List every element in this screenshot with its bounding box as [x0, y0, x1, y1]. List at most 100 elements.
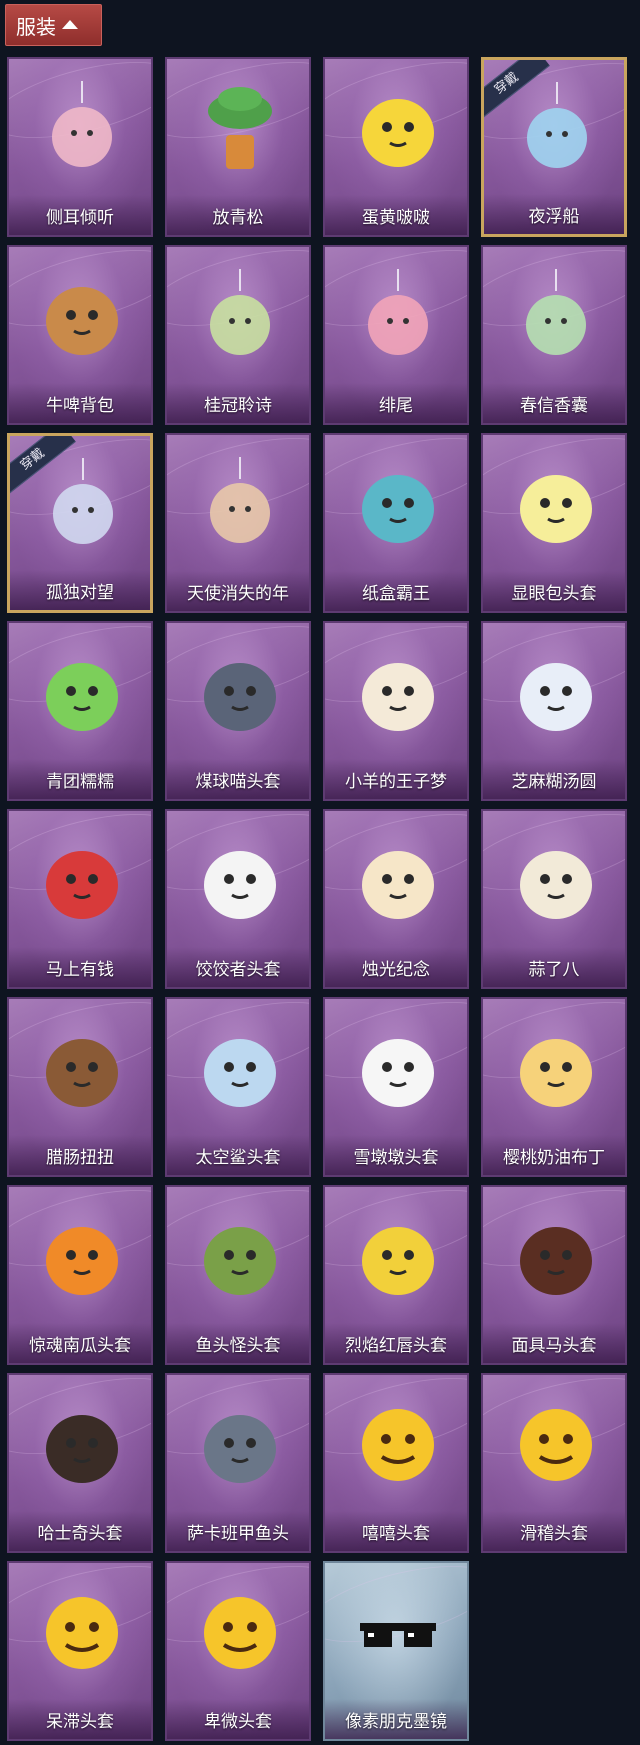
costume-card[interactable]: 天使消失的年: [165, 433, 311, 613]
costume-name: 樱桃奶油布丁: [503, 1148, 605, 1168]
sachet-charm-icon: [506, 265, 606, 365]
costume-card[interactable]: 小羊的王子梦: [323, 621, 469, 801]
costume-card[interactable]: 像素朋克墨镜: [323, 1561, 469, 1741]
costume-name: 牛啤背包: [46, 396, 114, 416]
costume-name: 煤球喵头套: [195, 772, 281, 792]
costume-name: 像素朋克墨镜: [345, 1712, 447, 1732]
category-title: 服装: [16, 14, 56, 39]
shark-head-icon: [190, 1017, 290, 1117]
costume-card[interactable]: 饺饺者头套: [165, 809, 311, 989]
horse-mask-head-icon: [506, 1205, 606, 1305]
costume-name: 春信香囊: [520, 396, 588, 416]
dumpling-flower-head-icon: [506, 641, 606, 741]
costume-card[interactable]: 牛啤背包: [7, 245, 153, 425]
potted-pine-icon: [190, 77, 290, 177]
costume-card[interactable]: 青团糯糯: [7, 621, 153, 801]
costume-card[interactable]: 烛光纪念: [323, 809, 469, 989]
costume-card[interactable]: 夜浮船 穿戴: [481, 57, 627, 237]
fox-doll-charm-icon: [348, 265, 448, 365]
snowman-head-icon: [348, 1017, 448, 1117]
costume-card[interactable]: 萨卡班甲鱼头: [165, 1373, 311, 1553]
costume-card[interactable]: 蒜了八: [481, 809, 627, 989]
costume-card[interactable]: 放青松: [165, 57, 311, 237]
costume-category-toggle[interactable]: 服装: [5, 4, 102, 46]
costume-name: 放青松: [212, 208, 264, 228]
costume-name: 雪墩墩头套: [353, 1148, 439, 1168]
costume-name: 呆滞头套: [46, 1712, 114, 1732]
costume-name: 嘻嘻头套: [362, 1524, 430, 1544]
silver-hair-doll-charm-icon: [33, 454, 133, 554]
costume-name: 惊魂南瓜头套: [29, 1336, 131, 1356]
costume-name: 萨卡班甲鱼头: [187, 1524, 289, 1544]
garlic-head-icon: [506, 829, 606, 929]
pumpkin-head-icon: [32, 1205, 132, 1305]
dachshund-head-icon: [32, 1017, 132, 1117]
costume-name: 显眼包头套: [511, 584, 597, 604]
costume-name: 卑微头套: [204, 1712, 272, 1732]
costume-name: 天使消失的年: [187, 584, 289, 604]
sheep-crown-head-icon: [348, 641, 448, 741]
costume-card[interactable]: 雪墩墩头套: [323, 997, 469, 1177]
costume-card[interactable]: 春信香囊: [481, 245, 627, 425]
costume-card[interactable]: 孤独对望 穿戴: [7, 433, 153, 613]
costume-card[interactable]: 嘻嘻头套: [323, 1373, 469, 1553]
costume-card[interactable]: 显眼包头套: [481, 433, 627, 613]
costume-card[interactable]: 惊魂南瓜头套: [7, 1185, 153, 1365]
costume-name: 蒜了八: [528, 960, 580, 980]
costume-card[interactable]: 芝麻糊汤圆: [481, 621, 627, 801]
pixel-sunglasses-icon: [348, 1581, 448, 1681]
costume-name: 滑稽头套: [520, 1524, 588, 1544]
costume-name: 纸盒霸王: [362, 584, 430, 604]
angel-girl-charm-icon: [190, 453, 290, 553]
yellow-pika-sunglasses-head-icon: [348, 1205, 448, 1305]
costume-name: 绯尾: [379, 396, 413, 416]
shy-emoji-head-icon: [190, 1581, 290, 1681]
costume-card[interactable]: 腊肠扭扭: [7, 997, 153, 1177]
bulb-crown-head-icon: [506, 453, 606, 553]
costume-card[interactable]: 烈焰红唇头套: [323, 1185, 469, 1365]
chick-in-eggshell-icon: [348, 77, 448, 177]
red-horse-head-icon: [32, 829, 132, 929]
costume-name: 腊肠扭扭: [46, 1148, 114, 1168]
costume-name: 小羊的王子梦: [345, 772, 447, 792]
costume-card[interactable]: 呆滞头套: [7, 1561, 153, 1741]
jellyfish-charm-icon: [507, 78, 607, 178]
costume-card[interactable]: 煤球喵头套: [165, 621, 311, 801]
costume-name: 孤独对望: [46, 583, 114, 603]
costume-card[interactable]: 纸盒霸王: [323, 433, 469, 613]
box-dinosaur-head-icon: [348, 453, 448, 553]
cow-barrel-backpack-icon: [32, 265, 132, 365]
laurel-doll-charm-icon: [190, 265, 290, 365]
costume-card[interactable]: 卑微头套: [165, 1561, 311, 1741]
smirk-emoji-head-icon: [506, 1393, 606, 1493]
costume-name: 马上有钱: [46, 960, 114, 980]
costume-name: 哈士奇头套: [37, 1524, 123, 1544]
gray-cat-head-icon: [190, 641, 290, 741]
caret-up-icon: [62, 19, 78, 29]
costume-card[interactable]: 面具马头套: [481, 1185, 627, 1365]
green-rice-ball-head-icon: [32, 641, 132, 741]
flower-wreath-charm-icon: [32, 77, 132, 177]
costume-name: 芝麻糊汤圆: [511, 772, 597, 792]
costume-card[interactable]: 绯尾: [323, 245, 469, 425]
costume-card[interactable]: 马上有钱: [7, 809, 153, 989]
costume-card[interactable]: 太空鲨头套: [165, 997, 311, 1177]
costume-name: 桂冠聆诗: [204, 396, 272, 416]
husky-sunglasses-head-icon: [32, 1393, 132, 1493]
costume-card[interactable]: 蛋黄啵啵: [323, 57, 469, 237]
candle-head-icon: [348, 829, 448, 929]
costume-card[interactable]: 侧耳倾听: [7, 57, 153, 237]
costume-name: 蛋黄啵啵: [362, 208, 430, 228]
costume-card[interactable]: 滑稽头套: [481, 1373, 627, 1553]
costume-grid: 侧耳倾听 放青松 蛋黄啵啵 夜浮船 穿戴牛啤背包 桂冠聆诗 绯尾 春信香囊孤独对望 穿戴天使消失…: [7, 57, 627, 1741]
cloud-dumpling-head-icon: [190, 829, 290, 929]
costume-name: 烈焰红唇头套: [345, 1336, 447, 1356]
sacabambaspis-head-icon: [190, 1393, 290, 1493]
grinning-emoji-head-icon: [348, 1393, 448, 1493]
costume-card[interactable]: 桂冠聆诗: [165, 245, 311, 425]
costume-card[interactable]: 哈士奇头套: [7, 1373, 153, 1553]
costume-name: 青团糯糯: [46, 772, 114, 792]
costume-card[interactable]: 鱼头怪头套: [165, 1185, 311, 1365]
costume-name: 鱼头怪头套: [195, 1336, 281, 1356]
costume-card[interactable]: 樱桃奶油布丁: [481, 997, 627, 1177]
